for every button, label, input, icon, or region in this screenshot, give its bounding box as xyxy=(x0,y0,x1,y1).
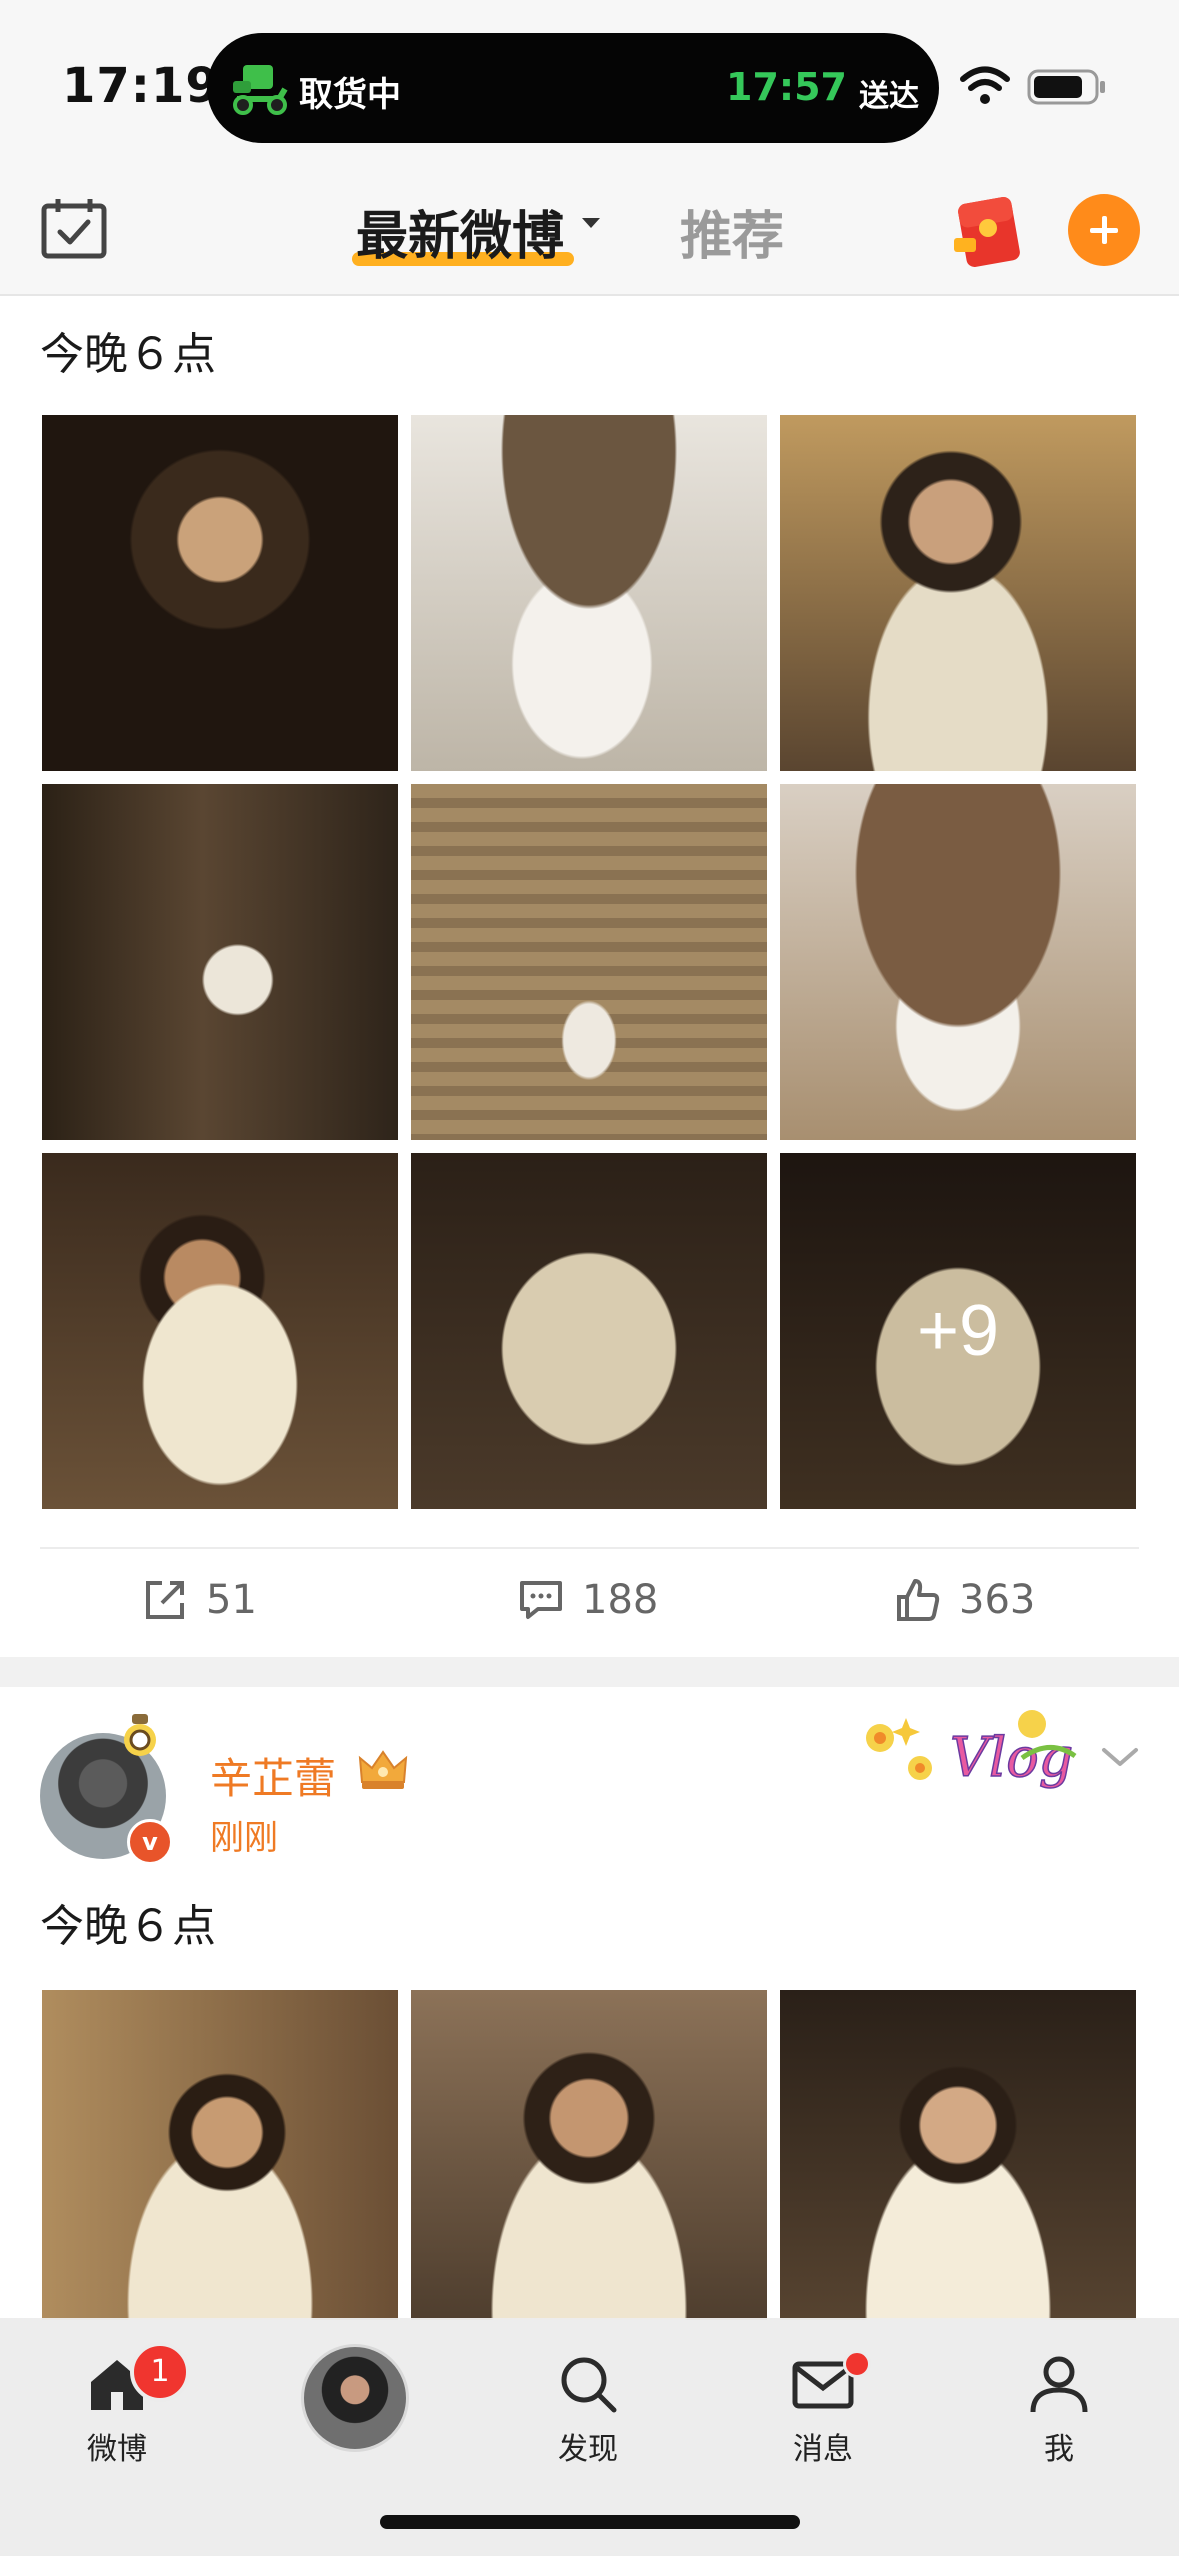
post-image[interactable] xyxy=(42,1990,398,2320)
wifi-icon xyxy=(960,66,1010,104)
delivery-eta-suffix: 送达 xyxy=(859,79,919,114)
delivery-eta: 17:57 xyxy=(726,65,847,109)
user-icon xyxy=(1030,2356,1088,2413)
caret-down-icon[interactable] xyxy=(582,218,600,228)
post-image[interactable] xyxy=(411,1990,767,2320)
delivery-scooter-icon xyxy=(233,65,288,115)
avatar-pendant-icon xyxy=(124,1714,156,1756)
feed-header: 最新微博 推荐 xyxy=(0,160,1179,296)
post-separator xyxy=(0,1657,1179,1687)
comment-icon xyxy=(520,1581,562,1619)
comment-count: 188 xyxy=(582,1577,659,1623)
vlog-sticker-icon: Vlog xyxy=(866,1710,1077,1790)
post-image[interactable] xyxy=(411,784,767,1140)
post-text: 今晚６点 xyxy=(40,329,216,380)
post-image[interactable] xyxy=(42,415,398,771)
tab-latest-weibo[interactable]: 最新微博 xyxy=(356,194,564,269)
post-image[interactable] xyxy=(780,1990,1136,2320)
calendar-check-icon[interactable] xyxy=(40,196,108,260)
post-image-grid: +9 xyxy=(42,415,1137,1510)
delivery-status: 取货中 xyxy=(299,75,401,115)
divider xyxy=(40,1547,1139,1549)
compose-button[interactable] xyxy=(1068,194,1140,266)
home-notification-badge: 1 xyxy=(130,2342,190,2402)
comment-button[interactable]: 188 xyxy=(518,1570,658,1630)
post-image[interactable] xyxy=(42,784,398,1140)
messages-unread-dot xyxy=(843,2350,871,2378)
post-image-grid xyxy=(42,1990,1137,2320)
like-count: 363 xyxy=(959,1577,1036,1623)
post-text: 今晚６点 xyxy=(40,1901,216,1952)
repost-count: 51 xyxy=(206,1577,257,1623)
tab-home-label: 微博 xyxy=(87,2432,147,2467)
post-image[interactable] xyxy=(780,784,1136,1140)
repost-button[interactable]: 51 xyxy=(142,1570,257,1630)
crown-icon[interactable] xyxy=(356,1748,410,1792)
svg-text:Vlog: Vlog xyxy=(950,1726,1073,1789)
verified-badge: v xyxy=(127,1819,173,1865)
post-image[interactable] xyxy=(42,1153,398,1509)
status-time: 17:19 xyxy=(62,58,220,114)
tab-me-label: 我 xyxy=(1044,2432,1074,2467)
like-button[interactable]: 363 xyxy=(895,1570,1035,1630)
post-image[interactable] xyxy=(780,415,1136,771)
tab-discover-label: 发现 xyxy=(558,2432,618,2467)
tab-profile-avatar[interactable] xyxy=(301,2344,409,2452)
thumbs-up-icon xyxy=(897,1579,940,1621)
dynamic-island-delivery[interactable]: 取货中 17:57 送达 xyxy=(207,33,939,143)
post-image[interactable] xyxy=(411,1153,767,1509)
tab-recommend[interactable]: 推荐 xyxy=(680,194,784,269)
tab-messages-label: 消息 xyxy=(793,2432,853,2467)
search-icon xyxy=(561,2357,617,2413)
repost-icon xyxy=(146,1581,184,1619)
more-images-count: +9 xyxy=(916,1291,1000,1371)
chevron-down-icon[interactable] xyxy=(1100,1744,1140,1770)
tab-discover[interactable]: 发现 xyxy=(528,2352,648,2468)
post-time: 刚刚 xyxy=(210,1818,278,1858)
home-indicator xyxy=(380,2515,800,2529)
battery-icon xyxy=(1027,69,1105,105)
tab-me[interactable]: 我 xyxy=(999,2352,1119,2468)
post-image-more[interactable]: +9 xyxy=(780,1153,1136,1509)
author-name[interactable]: 辛芷蕾 xyxy=(210,1745,336,1806)
post-image[interactable] xyxy=(411,415,767,771)
status-bar: 17:19 取货中 17:57 送达 xyxy=(0,0,1179,160)
red-packet-icon[interactable] xyxy=(952,192,1026,268)
